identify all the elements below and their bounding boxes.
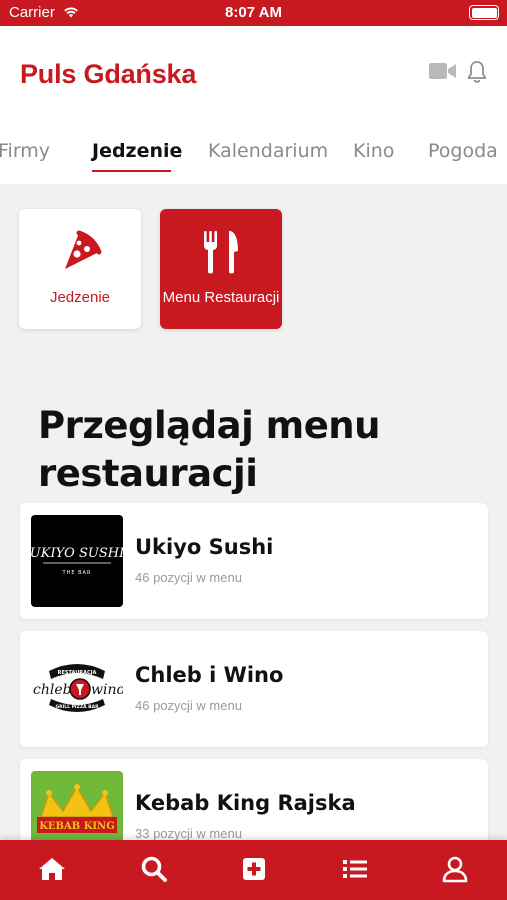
logo-subtext: THE BAR xyxy=(62,570,92,576)
pizza-slice-icon xyxy=(65,230,102,269)
tab-pogoda[interactable]: Pogoda xyxy=(428,140,498,162)
tab-jedzenie[interactable]: Jedzenie xyxy=(92,140,182,162)
menu-item-count: 33 pozycji w menu xyxy=(135,826,242,841)
category-label: Jedzenie xyxy=(49,289,111,306)
section-title: Przeglądaj menu restauracji xyxy=(38,402,478,498)
restaurant-card-ukiyo-sushi[interactable]: UKIYO SUSHI THE BAR Ukiyo Sushi 46 pozyc… xyxy=(20,503,488,619)
list-icon[interactable] xyxy=(340,854,370,884)
app-title: Puls Gdańska xyxy=(20,59,197,89)
utensils-icon xyxy=(204,231,238,274)
video-camera-icon[interactable] xyxy=(429,62,456,80)
tab-kino[interactable]: Kino xyxy=(353,140,394,162)
section-title-line: Przeglądaj menu xyxy=(38,404,380,447)
clock: 8:07 AM xyxy=(225,4,282,21)
app-header: Puls Gdańska Firmy Jedzenie Kalendarium … xyxy=(0,26,507,184)
add-icon[interactable] xyxy=(239,854,269,884)
category-tabs: Firmy Jedzenie Kalendarium Kino Pogoda xyxy=(0,134,507,174)
restaurant-card-chleb-i-wino[interactable]: RESTAURACJA GRILL PIZZA BAR chleb wino C… xyxy=(20,631,488,747)
restaurant-name: Kebab King Rajska xyxy=(135,791,356,815)
category-card-jedzenie[interactable]: Jedzenie xyxy=(19,209,141,329)
search-icon[interactable] xyxy=(139,854,169,884)
restaurant-logo: RESTAURACJA GRILL PIZZA BAR chleb wino xyxy=(31,643,123,735)
logo-text: KEBAB KING xyxy=(39,821,115,832)
restaurant-name: Chleb i Wino xyxy=(135,663,284,687)
logo-text-left: chleb xyxy=(33,682,72,698)
active-tab-indicator xyxy=(92,170,171,172)
logo-bottom-text: GRILL PIZZA BAR xyxy=(55,704,99,710)
menu-item-count: 46 pozycji w menu xyxy=(135,698,242,713)
restaurant-name: Ukiyo Sushi xyxy=(135,535,274,559)
restaurant-logo: UKIYO SUSHI THE BAR xyxy=(31,515,123,607)
battery-icon xyxy=(469,5,499,20)
tab-firmy[interactable]: Firmy xyxy=(0,140,50,162)
category-card-menu-restauracji[interactable]: Menu Restauracji xyxy=(160,209,282,329)
profile-icon[interactable] xyxy=(440,854,470,884)
section-title-line: restauracji xyxy=(38,452,258,495)
logo-text: UKIYO SUSHI xyxy=(31,546,123,561)
tab-kalendarium[interactable]: Kalendarium xyxy=(208,140,328,162)
status-bar: Carrier 8:07 AM xyxy=(0,0,507,26)
bottom-tab-bar xyxy=(0,840,507,900)
bell-icon[interactable] xyxy=(466,60,488,84)
home-icon[interactable] xyxy=(37,854,67,884)
logo-top-text: RESTAURACJA xyxy=(58,670,97,676)
menu-item-count: 46 pozycji w menu xyxy=(135,570,242,585)
logo-text-right: wino xyxy=(91,682,123,698)
category-label: Menu Restauracji xyxy=(162,289,280,306)
